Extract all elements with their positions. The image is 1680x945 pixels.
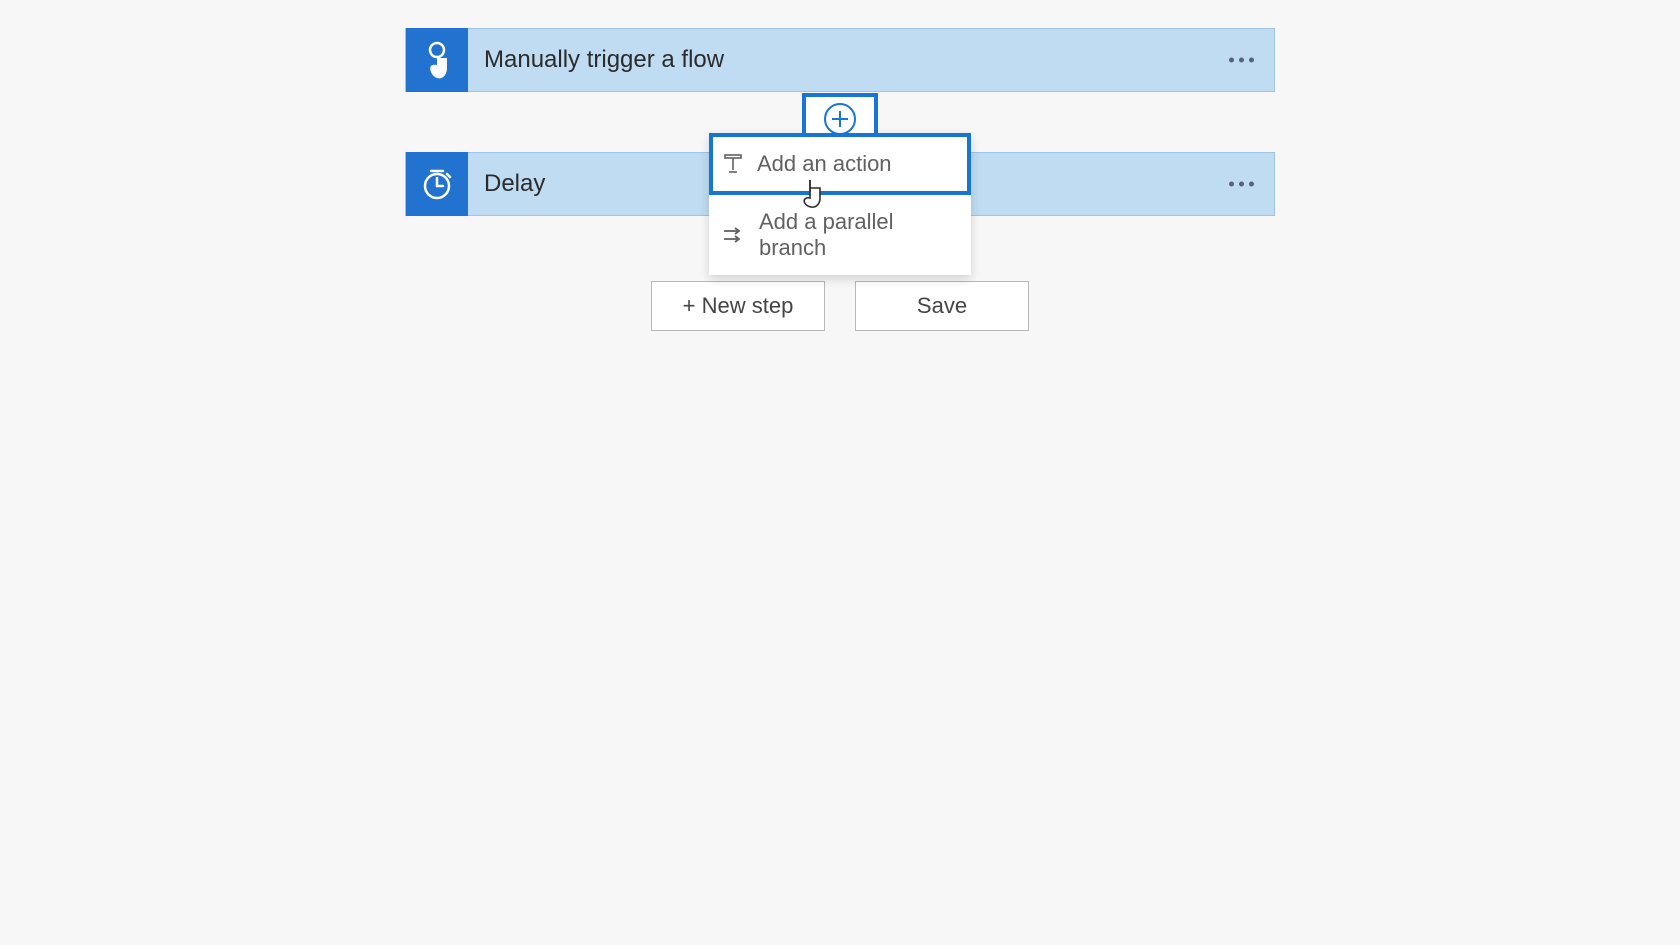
plus-icon <box>831 110 849 128</box>
parallel-branch-icon <box>723 226 745 244</box>
menu-item-add-action[interactable]: Add an action <box>709 133 971 195</box>
insert-step-menu: Add an action Add a parallel branch <box>709 133 971 275</box>
save-button[interactable]: Save <box>855 281 1029 331</box>
trigger-title: Manually trigger a flow <box>468 46 724 74</box>
dot-icon <box>1249 182 1254 187</box>
flow-canvas: Manually trigger a flow Add an action <box>0 0 1680 331</box>
add-action-icon <box>723 154 743 174</box>
new-step-label: + New step <box>683 293 794 319</box>
action-icon-box <box>406 152 468 216</box>
action-more-button[interactable] <box>1229 182 1254 187</box>
new-step-button[interactable]: + New step <box>651 281 825 331</box>
action-title: Delay <box>468 170 545 198</box>
dot-icon <box>1229 58 1234 63</box>
menu-item-add-parallel-branch[interactable]: Add a parallel branch <box>709 195 971 275</box>
insert-step-button[interactable] <box>824 103 856 135</box>
dot-icon <box>1249 58 1254 63</box>
save-label: Save <box>917 293 967 319</box>
menu-item-label: Add an action <box>757 151 892 177</box>
trigger-icon-box <box>406 28 468 92</box>
clock-icon <box>419 166 455 202</box>
trigger-card[interactable]: Manually trigger a flow <box>405 28 1275 92</box>
trigger-more-button[interactable] <box>1229 58 1254 63</box>
dot-icon <box>1229 182 1234 187</box>
insert-step-highlight <box>802 93 878 137</box>
menu-item-label: Add a parallel branch <box>759 209 957 261</box>
dot-icon <box>1239 58 1244 63</box>
dot-icon <box>1239 182 1244 187</box>
touch-icon <box>420 40 454 80</box>
footer-buttons: + New step Save <box>0 281 1680 331</box>
